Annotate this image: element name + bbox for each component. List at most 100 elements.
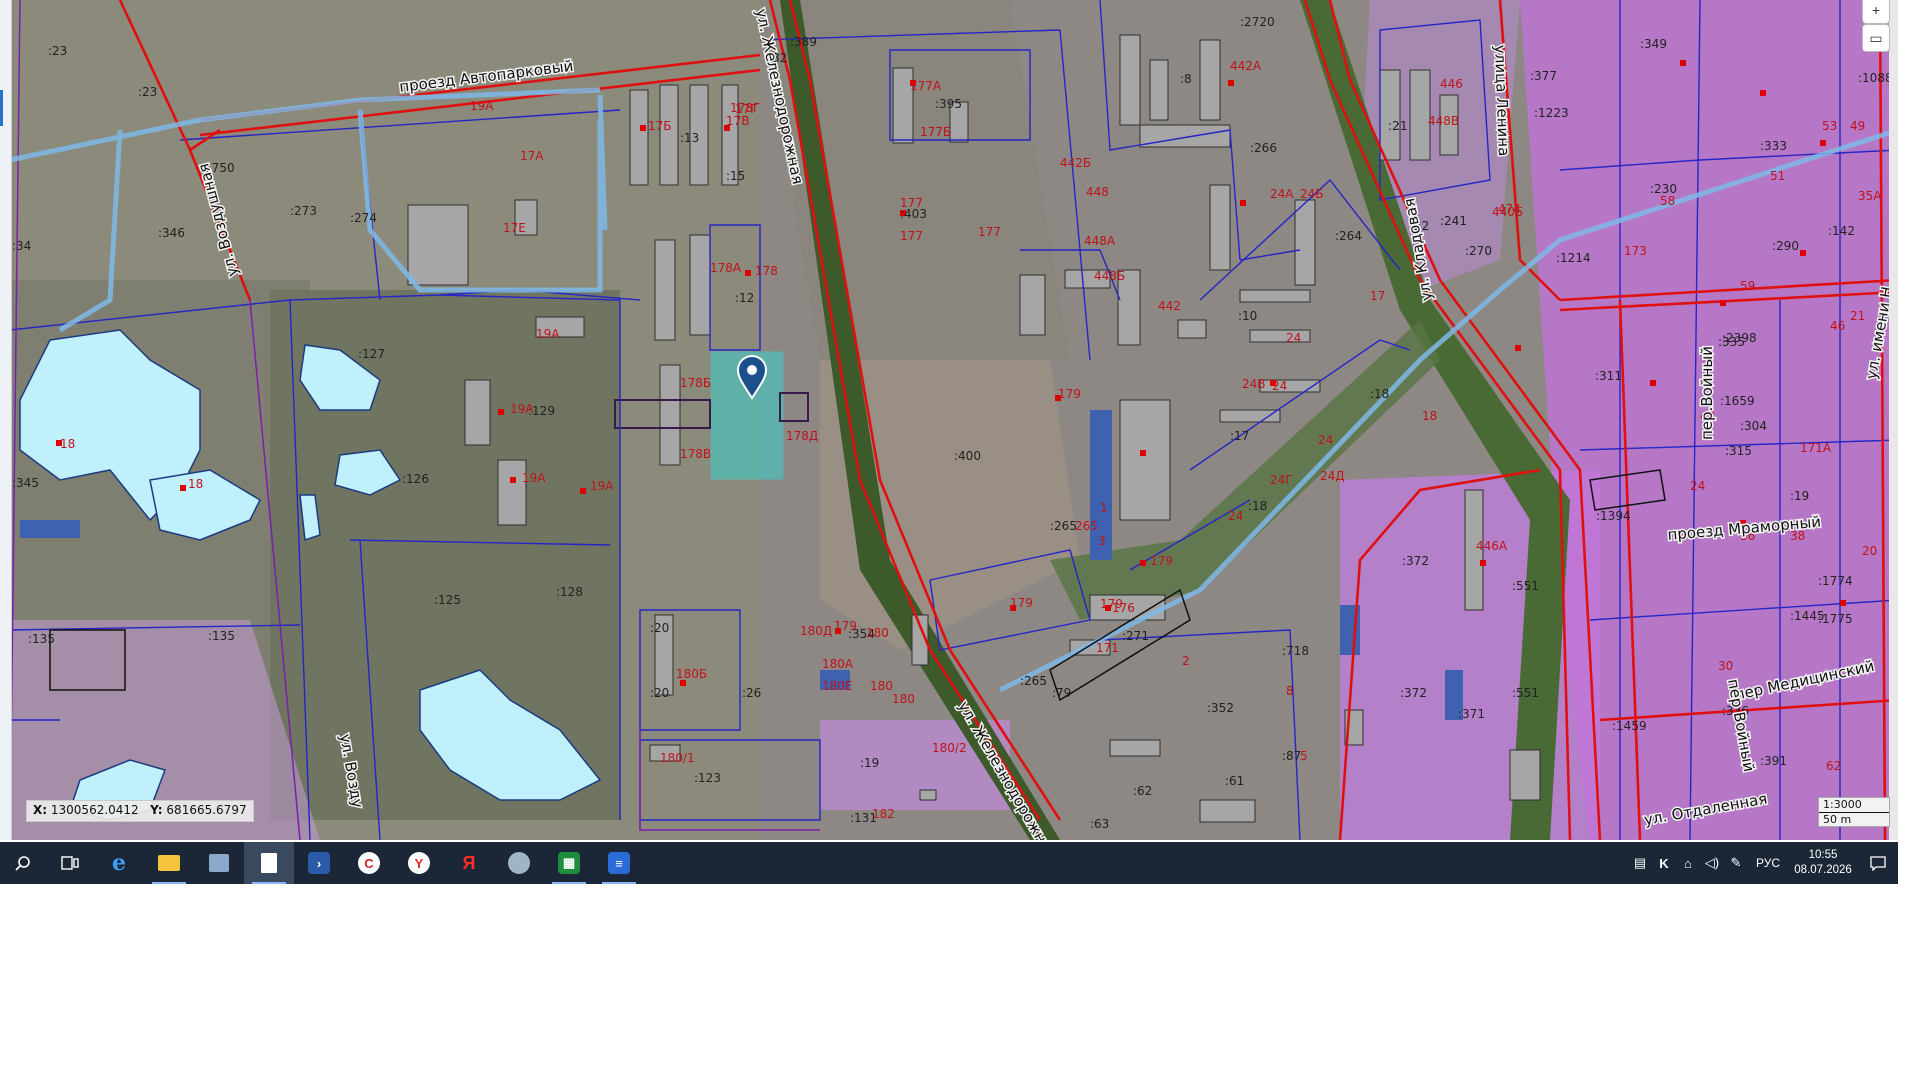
building-label: 178Б	[680, 376, 711, 390]
map-canvas[interactable]: :23 :23 :3750 :346 :34 :273 :274 :127 :1…	[0, 0, 1898, 840]
parcel-label: :718	[1282, 644, 1309, 658]
parcel-label: :2	[1388, 119, 1400, 133]
building-label: 18	[60, 437, 75, 451]
map-scrollbar[interactable]	[1889, 0, 1898, 840]
parcel-label: :19	[860, 756, 879, 770]
parcel-label: :8	[1180, 72, 1192, 86]
clock-date: 08.07.2026	[1794, 864, 1852, 876]
building-label: 265	[1075, 519, 1098, 533]
parcel-label: :123	[694, 771, 721, 785]
building-label: 21	[1850, 309, 1865, 323]
building-label: 178В	[680, 447, 711, 461]
parcel-label: :10	[1238, 309, 1257, 323]
document-icon[interactable]	[244, 842, 294, 884]
map-view[interactable]: :23 :23 :3750 :346 :34 :273 :274 :127 :1…	[0, 0, 1898, 840]
parcel-label: :271	[1122, 629, 1149, 643]
building-label: 177Б	[920, 125, 951, 139]
parcel-label: :372	[1400, 686, 1427, 700]
parcel-label: :26	[742, 686, 761, 700]
system-tray: ▤ K ⌂ ◁) ✎ РУС 10:55 08.07.2026	[1628, 842, 1898, 884]
plus-icon[interactable]: +	[1862, 0, 1890, 24]
parcel-label: :23	[138, 85, 157, 99]
yandex-browser-icon[interactable]: Y	[394, 842, 444, 884]
parcel-label: :265	[1020, 674, 1047, 688]
building-label: 24	[1272, 379, 1287, 393]
powershell-icon[interactable]: ›	[294, 842, 344, 884]
building-label: 182	[872, 807, 895, 821]
ruler-icon[interactable]: ▭	[1862, 24, 1890, 52]
parcel-label: :551	[1512, 579, 1539, 593]
parcel-label: :125	[434, 593, 461, 607]
building-label: 19А	[510, 402, 534, 416]
building-label: 442Б	[1060, 156, 1091, 170]
parcel-label: :63	[1090, 817, 1109, 831]
panel-tab[interactable]	[0, 90, 3, 126]
parcel-label: :87	[1282, 749, 1301, 763]
ccleaner-icon[interactable]: C	[344, 842, 394, 884]
building-label: 171А	[1800, 441, 1832, 455]
parcel-label: :266	[1250, 141, 1277, 155]
document-icon[interactable]: ▤	[1628, 842, 1652, 884]
building-label: 448	[1086, 185, 1109, 199]
building-label: 179	[1150, 554, 1173, 568]
building-label: 17А	[520, 149, 544, 163]
pen-icon[interactable]: ✎	[1724, 842, 1748, 884]
building-label: 180Е	[822, 679, 853, 693]
network-icon[interactable]: ⌂	[1676, 842, 1700, 884]
parcel-label: :290	[1772, 239, 1799, 253]
parcel-label: :333	[1760, 139, 1787, 153]
k-icon[interactable]: K	[1652, 842, 1676, 884]
parcel-label: :241	[1440, 214, 1467, 228]
paint-app-icon[interactable]	[494, 842, 544, 884]
word-document-icon[interactable]: ≡	[594, 842, 644, 884]
yandex-icon[interactable]: Я	[444, 842, 494, 884]
parcel-label: :79	[1052, 686, 1071, 700]
language-indicator[interactable]: РУС	[1748, 856, 1788, 870]
building-label: 24	[1228, 509, 1243, 523]
building-label: 448Б	[1094, 269, 1125, 283]
parcel-label: :400	[954, 449, 981, 463]
x-value: 1300562.0412	[50, 803, 139, 817]
spreadsheet-icon[interactable]: ▦	[544, 842, 594, 884]
internet-explorer-icon[interactable]: e	[94, 842, 144, 884]
building-label: 24В	[1242, 377, 1266, 391]
building-label: 46	[1830, 319, 1845, 333]
parcel-label: :371	[1458, 707, 1485, 721]
building-label: 442	[1158, 299, 1181, 313]
building-label: 18	[188, 477, 203, 491]
scale-distance: 50 m	[1819, 812, 1889, 827]
building-label: 35А	[1858, 189, 1882, 203]
parcel-label: :391	[1760, 754, 1787, 768]
parcel-label: :1394	[1596, 509, 1631, 523]
parcel-label: :265	[1050, 519, 1077, 533]
parcel-label: :2720	[1240, 15, 1275, 29]
search-icon[interactable]	[0, 842, 46, 884]
building-label: 2	[1182, 654, 1190, 668]
parcel-label: :128	[556, 585, 583, 599]
notification-icon[interactable]	[1858, 842, 1898, 884]
left-panel-edge[interactable]	[0, 0, 12, 840]
parcel-label: :395	[935, 97, 962, 111]
building-label: 177	[978, 225, 1001, 239]
parcel-label: :270	[1465, 244, 1492, 258]
building-label: 17Б	[648, 119, 672, 133]
building-label: 179	[834, 619, 857, 633]
parcel-label: :372	[1402, 554, 1429, 568]
volume-icon[interactable]: ◁)	[1700, 842, 1724, 884]
file-explorer-icon[interactable]	[144, 842, 194, 884]
building-label: 30	[1718, 659, 1733, 673]
parcel-label: :377	[1530, 69, 1557, 83]
building-label: 180/1	[660, 751, 695, 765]
building-label: 51	[1770, 169, 1785, 183]
clock[interactable]: 10:55 08.07.2026	[1788, 848, 1858, 878]
parcel-label: :1223	[1534, 106, 1569, 120]
parcel-label: :13	[680, 131, 699, 145]
building-label: 19А	[536, 327, 560, 341]
task-view-icon[interactable]	[46, 842, 94, 884]
parcel-label: :126	[402, 472, 429, 486]
parcel-label: :274	[350, 211, 377, 225]
parcel-label: :551	[1512, 686, 1539, 700]
building-label: 18	[1422, 409, 1437, 423]
parcel-label: :315	[1725, 444, 1752, 458]
network-app-icon[interactable]	[194, 842, 244, 884]
